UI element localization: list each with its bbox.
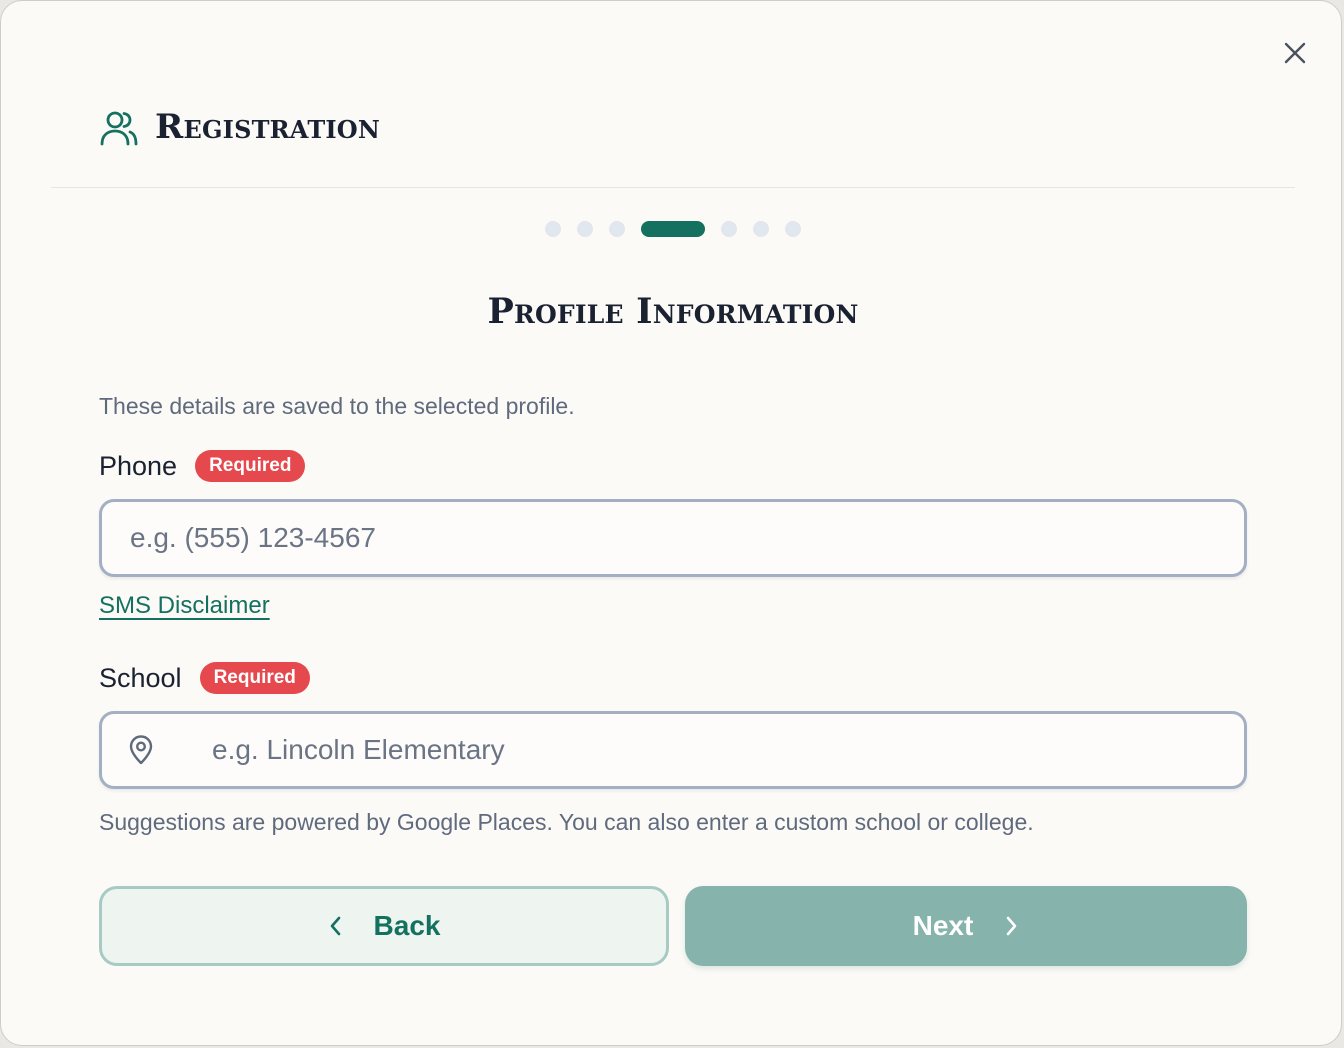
school-input[interactable] <box>210 713 1244 787</box>
chevron-right-icon <box>1007 916 1017 936</box>
step-dot-current <box>641 221 705 237</box>
users-icon <box>100 111 138 146</box>
phone-field[interactable] <box>99 499 1247 577</box>
close-button[interactable] <box>1277 35 1313 71</box>
required-badge: Required <box>195 450 306 482</box>
required-badge: Required <box>199 662 310 694</box>
phone-label-row: Phone Required <box>99 448 306 484</box>
section-hint: These details are saved to the selected … <box>99 393 575 419</box>
step-dot <box>721 221 737 237</box>
sms-disclaimer-link[interactable]: SMS Disclaimer <box>99 589 270 623</box>
step-dot <box>785 221 801 237</box>
step-indicator <box>1 221 1341 237</box>
next-button[interactable]: Next <box>685 886 1247 966</box>
next-button-label: Next <box>912 910 974 941</box>
modal-header: Registration <box>99 105 380 149</box>
section-title: Profile Information <box>487 291 859 332</box>
back-button-label: Back <box>373 910 441 941</box>
step-dot <box>577 221 593 237</box>
back-button[interactable]: Back <box>99 886 669 966</box>
phone-label: Phone <box>99 451 178 481</box>
registration-modal: Registration Profile Information These d… <box>0 0 1342 1046</box>
school-label: School <box>99 663 182 693</box>
map-pin-icon <box>129 735 153 765</box>
school-field[interactable] <box>99 711 1247 789</box>
step-dot <box>545 221 561 237</box>
phone-input[interactable] <box>128 501 1244 575</box>
step-dot <box>753 221 769 237</box>
modal-title: Registration <box>155 107 381 147</box>
step-dot <box>609 221 625 237</box>
school-label-row: School Required <box>99 660 310 696</box>
header-divider <box>51 187 1295 188</box>
school-help-text: Suggestions are powered by Google Places… <box>99 809 1034 835</box>
chevron-left-icon <box>330 916 340 936</box>
close-icon <box>1284 42 1306 64</box>
